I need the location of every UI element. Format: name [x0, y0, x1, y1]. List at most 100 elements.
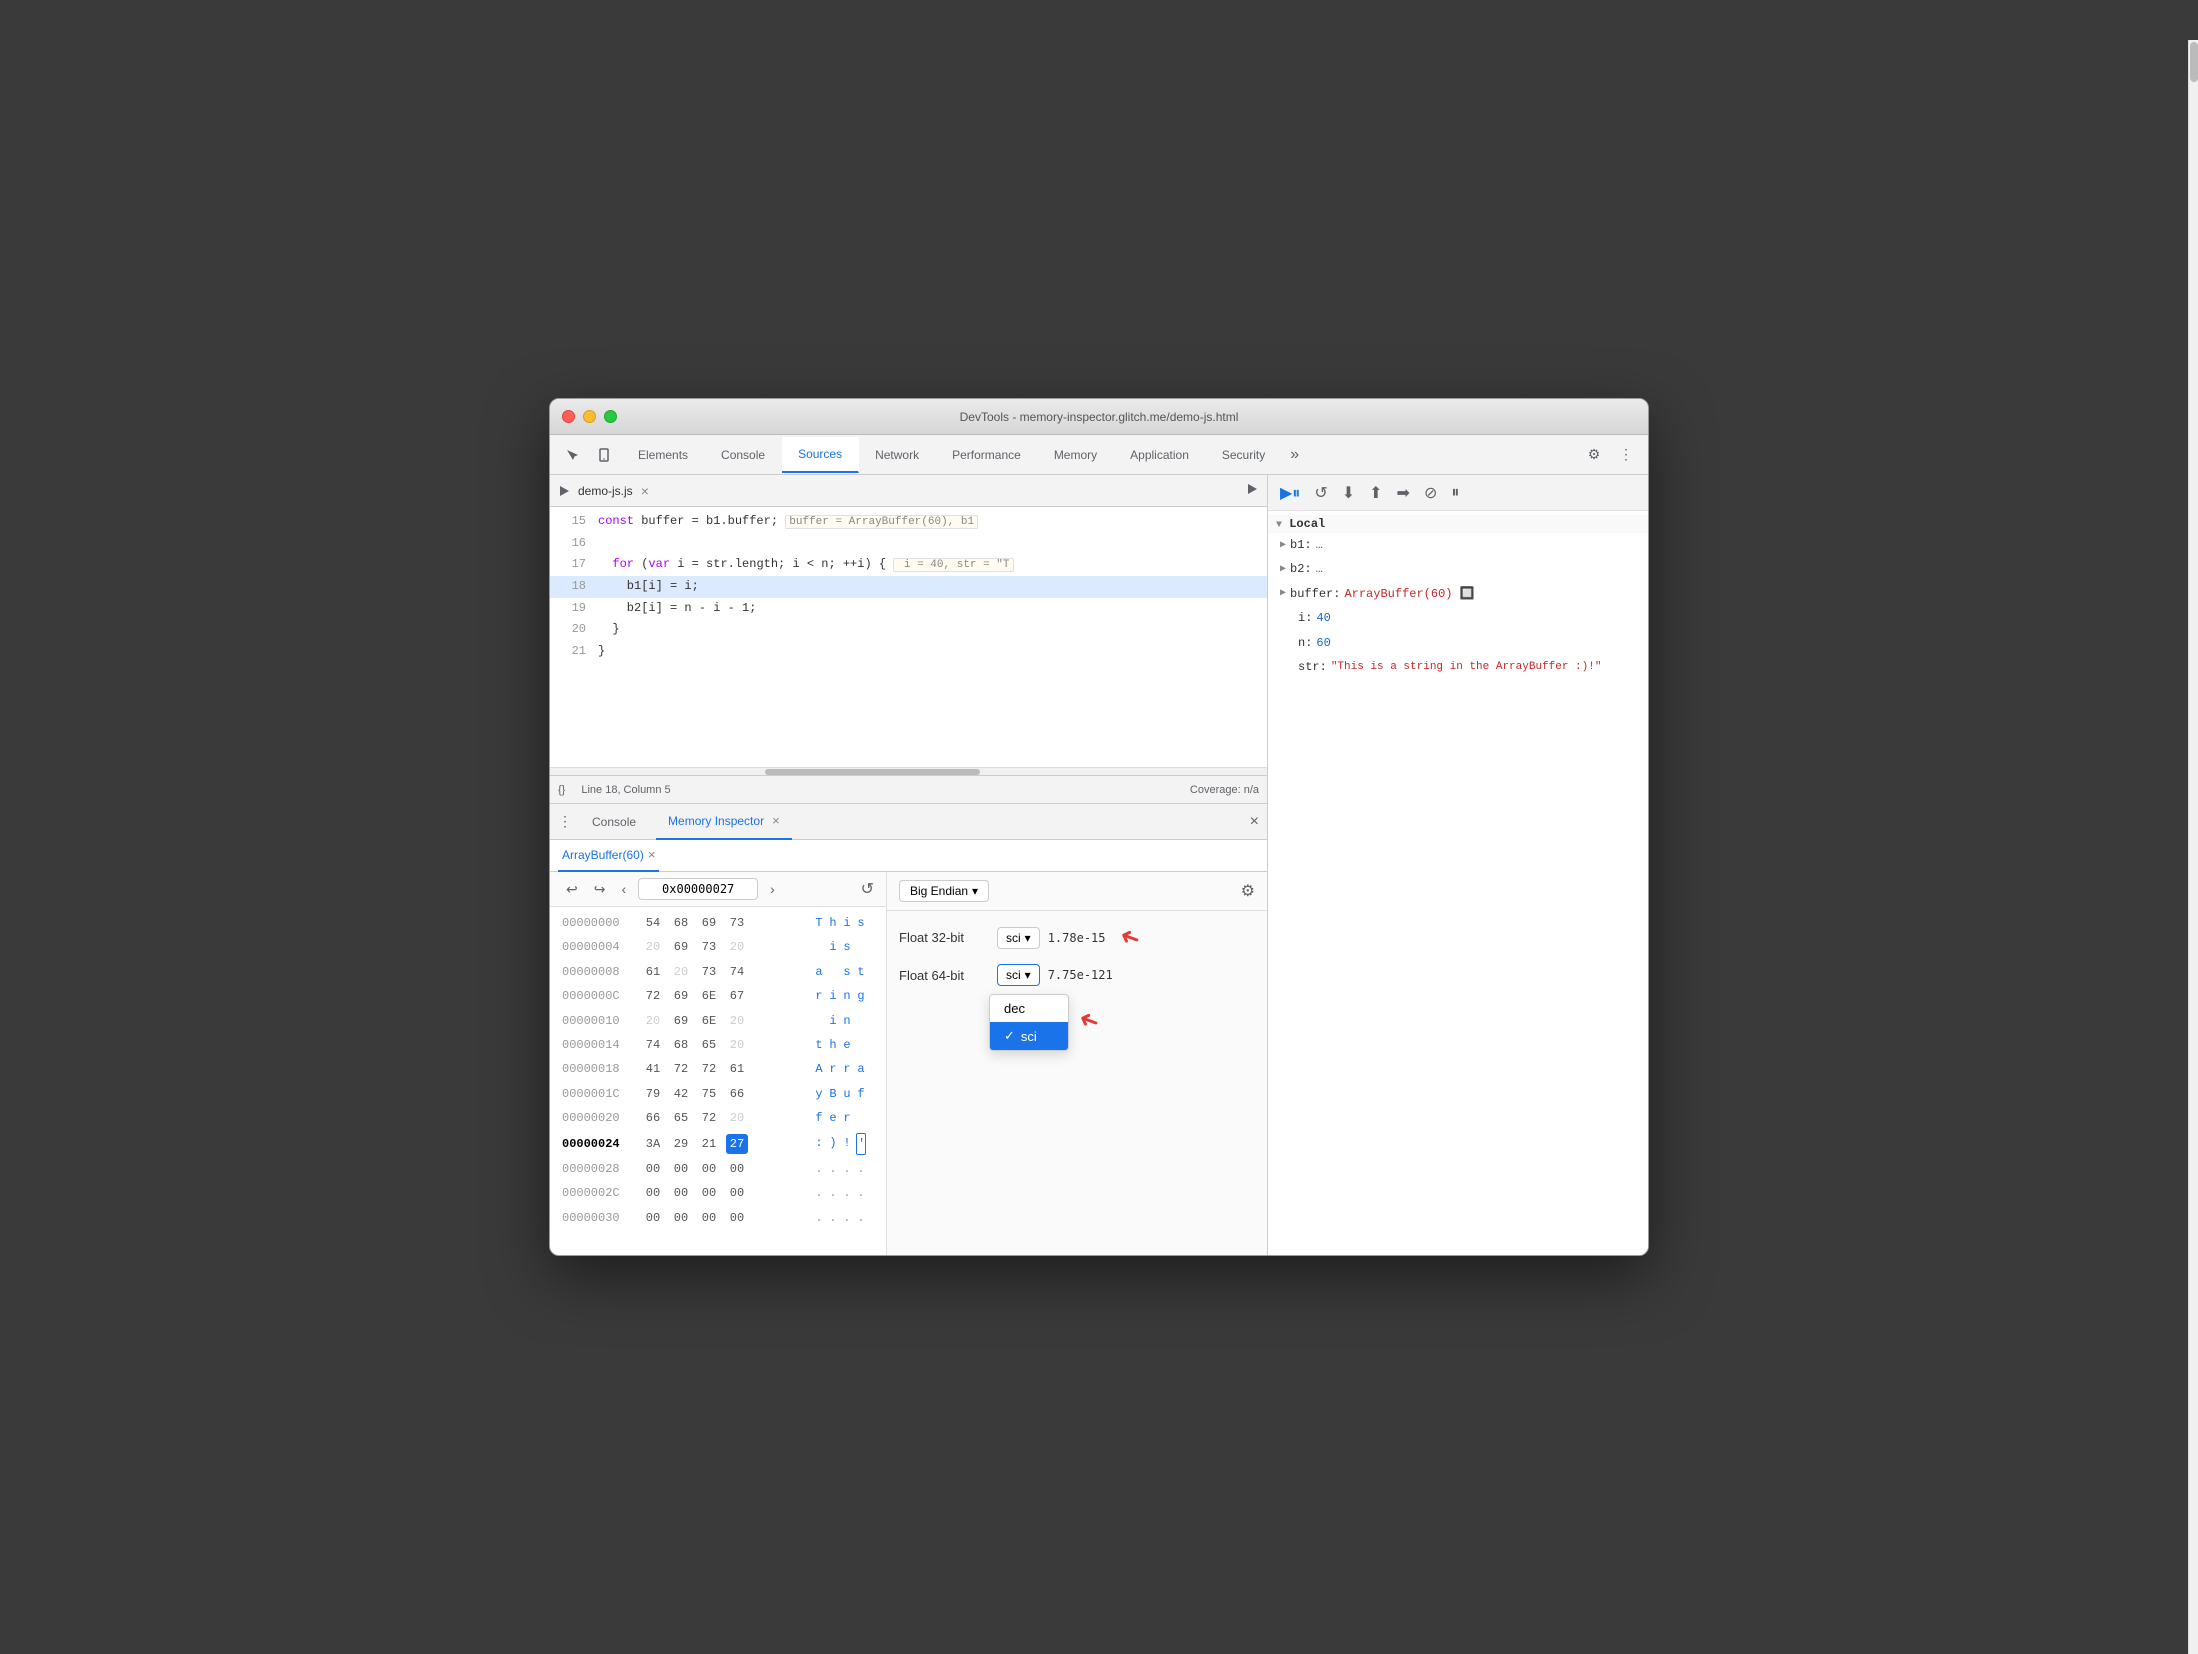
step-into-button[interactable]: ⬇	[1338, 481, 1359, 505]
panel-dots-menu[interactable]: ⋮	[558, 813, 572, 830]
inspect-settings-icon[interactable]: ⚙	[1241, 881, 1255, 901]
deactivate-breakpoints-button[interactable]: ⊘	[1420, 481, 1441, 505]
hex-row-11: 0000002C 00 00 00 00 .	[550, 1181, 886, 1205]
float32-value: 1.78e-15	[1048, 931, 1106, 945]
format-option-dec[interactable]: dec	[990, 995, 1068, 1022]
pause-on-exceptions-button[interactable]: ⏸	[1447, 482, 1463, 504]
endian-dropdown-button[interactable]: Big Endian ▾	[899, 880, 989, 902]
more-icon[interactable]: ⋮	[1612, 441, 1640, 469]
code-horizontal-scrollbar[interactable]	[550, 767, 1267, 775]
float64-format-select[interactable]: sci ▾	[997, 964, 1040, 986]
float32-annotation-arrow: ➜	[1115, 920, 1144, 954]
line-column: Line 18, Column 5	[581, 784, 670, 796]
undo-nav-button[interactable]: ↩	[562, 879, 582, 900]
run-button[interactable]	[1245, 482, 1259, 499]
hex-toolbar: ↩ ↪ ‹ › ↺	[550, 872, 886, 907]
devtools-panel: Elements Console Sources Network Perform…	[550, 435, 1648, 1255]
more-tabs-button[interactable]: »	[1282, 446, 1307, 464]
code-line-20: 20 }	[550, 619, 1267, 641]
tab-sources[interactable]: Sources	[782, 437, 859, 473]
hex-row-12: 00000030 00 00 00 00 .	[550, 1206, 886, 1230]
format-option-sci[interactable]: ✓ sci	[990, 1022, 1068, 1050]
code-file-tab: demo-js.js ×	[550, 475, 1267, 507]
hex-row-3: 0000000C 72 69 6E 67 r	[550, 984, 886, 1008]
hex-chars-0: T h i s	[802, 913, 866, 933]
code-line-15: 15 const buffer = b1.buffer; buffer = Ar…	[550, 511, 1267, 533]
browser-window: DevTools - memory-inspector.glitch.me/de…	[549, 398, 1649, 1256]
scope-item-n: n: 60	[1268, 631, 1648, 655]
selected-byte[interactable]: 27	[726, 1134, 748, 1154]
hex-row-4: 00000010 20 69 6E 20	[550, 1009, 886, 1033]
tab-network[interactable]: Network	[859, 437, 936, 473]
hex-row-9: 00000024 3A 29 21 27 :	[550, 1131, 886, 1157]
maximize-button[interactable]	[604, 410, 617, 423]
hex-panel: ↩ ↪ ‹ › ↺ 0000000	[550, 872, 887, 1255]
panel-close-button[interactable]: ×	[1250, 813, 1259, 831]
float32-format-select[interactable]: sci ▾	[997, 927, 1040, 949]
code-content: 15 const buffer = b1.buffer; buffer = Ar…	[550, 507, 1267, 767]
hex-row-8: 00000020 66 65 72 20 f	[550, 1106, 886, 1130]
hex-row-6: 00000018 41 72 72 61 A	[550, 1057, 886, 1081]
traffic-lights	[562, 410, 617, 423]
tab-memory[interactable]: Memory	[1038, 437, 1114, 473]
hex-row-0: 00000000 54 68 69 73 T	[550, 911, 886, 935]
tab-elements[interactable]: Elements	[622, 437, 705, 473]
endian-chevron-icon: ▾	[972, 884, 978, 898]
file-close-button[interactable]: ×	[641, 483, 649, 499]
scope-item-b1: ▶ b1: …	[1268, 533, 1648, 557]
format-dropdown: dec ✓ sci	[989, 994, 1069, 1051]
tab-console-bottom[interactable]: Console	[580, 804, 648, 840]
settings-icon[interactable]: ⚙	[1580, 441, 1608, 469]
float64-format-chevron: ▾	[1025, 968, 1031, 982]
scope-section-local: ▼ Local	[1268, 515, 1648, 533]
status-bar: {} Line 18, Column 5 Coverage: n/a	[550, 775, 1267, 803]
array-buffer-tab[interactable]: ArrayBuffer(60) ×	[558, 840, 659, 872]
prev-button[interactable]: ‹	[617, 879, 630, 899]
filename: demo-js.js	[578, 484, 633, 498]
code-line-17: 17 for (var i = str.length; i < n; ++i) …	[550, 554, 1267, 576]
step-out-button[interactable]: ⬆	[1365, 481, 1386, 505]
refresh-button[interactable]: ↺	[861, 879, 874, 899]
hex-row-1: 00000004 20 69 73 20	[550, 935, 886, 959]
float64-value: 7.75e-121	[1048, 968, 1113, 982]
code-line-16: 16	[550, 533, 1267, 555]
dropdown-annotation-arrow: ➜	[1075, 1003, 1104, 1037]
close-button[interactable]	[562, 410, 575, 423]
inspect-toolbar: Big Endian ▾ ⚙	[887, 872, 1267, 911]
main-area: demo-js.js × 15 const buffer = b1.buffer…	[550, 475, 1648, 1255]
float64-row: Float 64-bit sci ▾ 7.75e-121	[899, 964, 1255, 986]
float32-format-chevron: ▾	[1025, 931, 1031, 945]
minimize-button[interactable]	[583, 410, 596, 423]
float64-label: Float 64-bit	[899, 968, 989, 983]
mi-content-area: ↩ ↪ ‹ › ↺ 0000000	[550, 872, 1267, 1255]
redo-nav-button[interactable]: ↪	[590, 879, 610, 900]
play-pause-button[interactable]: ▶⏸	[1276, 481, 1304, 505]
tab-memory-inspector[interactable]: Memory Inspector ×	[656, 804, 792, 840]
code-area: demo-js.js × 15 const buffer = b1.buffer…	[550, 475, 1267, 775]
tab-performance[interactable]: Performance	[936, 437, 1038, 473]
float32-label: Float 32-bit	[899, 930, 989, 945]
debug-toolbar: ▶⏸ ↺ ⬇ ⬆ ➡ ⊘ ⏸	[1268, 475, 1648, 511]
inspect-panel: Big Endian ▾ ⚙ Float 32-bit	[887, 872, 1267, 1255]
mobile-icon[interactable]	[590, 441, 618, 469]
scope-item-i: i: 40	[1268, 606, 1648, 630]
format-dropdown-container: dec ✓ sci ➜	[989, 994, 1255, 1056]
hex-rows: 00000000 54 68 69 73 T	[550, 907, 886, 1255]
play-icon	[558, 485, 570, 497]
bottom-tab-bar: ⋮ Console Memory Inspector × ×	[550, 804, 1267, 840]
devtools-toolbar: Elements Console Sources Network Perform…	[550, 435, 1648, 475]
step-button[interactable]: ➡	[1393, 481, 1414, 505]
address-input[interactable]	[638, 878, 758, 900]
buffer-tab-close[interactable]: ×	[648, 847, 656, 862]
memory-inspector: ArrayBuffer(60) × ↩ ↪ ‹	[550, 840, 1267, 1255]
float32-row: Float 32-bit sci ▾ 1.78e-15 ➜	[899, 923, 1255, 952]
cursor-icon[interactable]	[558, 441, 586, 469]
next-button[interactable]: ›	[766, 879, 779, 899]
hex-bytes-0: 54 68 69 73	[642, 913, 802, 933]
tab-security[interactable]: Security	[1206, 437, 1282, 473]
tab-application[interactable]: Application	[1114, 437, 1206, 473]
mi-close-button[interactable]: ×	[772, 813, 780, 828]
step-over-button[interactable]: ↺	[1310, 481, 1331, 505]
scope-item-buffer: ▶ buffer: ArrayBuffer(60) 🔲	[1268, 582, 1648, 606]
tab-console[interactable]: Console	[705, 437, 782, 473]
